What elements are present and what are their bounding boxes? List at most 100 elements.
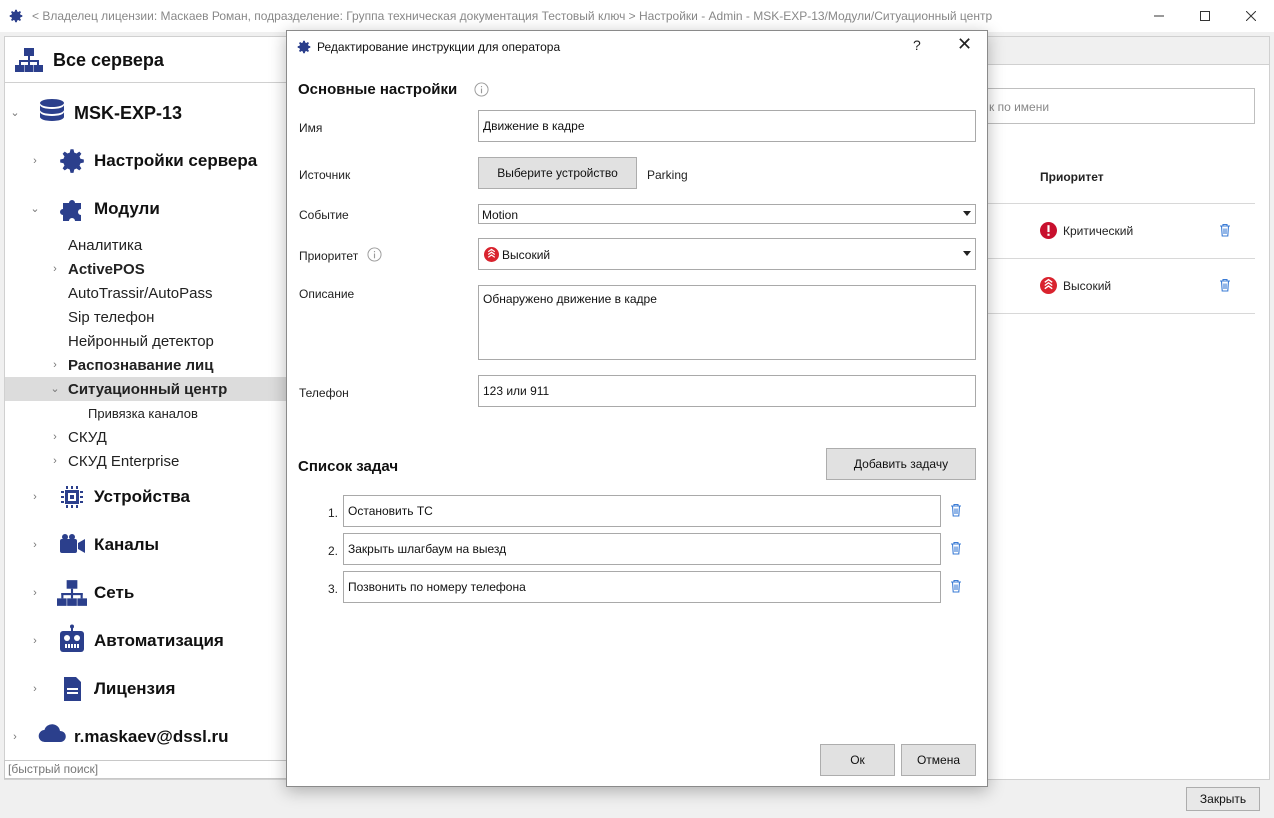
tree-item-channel-binding[interactable]: Привязка каналов [5, 401, 288, 425]
chevron-right-icon[interactable]: › [49, 455, 61, 467]
maximize-button[interactable] [1182, 0, 1228, 32]
chevron-right-icon[interactable]: › [49, 263, 61, 275]
autotrassir-label: AutoTrassir/AutoPass [68, 284, 213, 302]
chevron-right-icon[interactable]: › [9, 731, 21, 743]
phone-input[interactable]: 123 или 911 [478, 375, 976, 407]
robot-icon [60, 624, 84, 652]
server-tree-panel: Все сервера ⌄ MSK-EXP-13 › Настройки сер… [4, 36, 288, 780]
server-label: MSK-EXP-13 [74, 102, 183, 123]
minimize-icon [1154, 15, 1164, 17]
cloud-icon [38, 724, 66, 743]
gear-icon [297, 40, 311, 54]
tree-item-face[interactable]: › Распознавание лиц [5, 353, 288, 377]
tree-item-activepos[interactable]: › ActivePOS [5, 257, 288, 281]
dialog-close-button[interactable]: ✕ [957, 34, 972, 55]
face-label: Распознавание лиц [68, 356, 214, 374]
search-placeholder: к по имени [989, 100, 1050, 114]
network-icon [57, 580, 87, 606]
task-number: 1. [327, 506, 338, 520]
trash-icon[interactable] [949, 541, 963, 555]
tree-item-skud-enterprise[interactable]: › СКУД Enterprise [5, 449, 288, 473]
task-number: 2. [327, 544, 338, 558]
tree-item-server-settings[interactable]: › Настройки сервера [5, 149, 288, 173]
trash-icon[interactable] [949, 503, 963, 517]
chevron-right-icon[interactable]: › [29, 587, 41, 599]
automation-label: Автоматизация [94, 631, 224, 650]
priority-value: Высокий [502, 248, 551, 262]
tree-item-sip[interactable]: Sip телефон [5, 305, 288, 329]
skud-enterprise-label: СКУД Enterprise [68, 452, 180, 470]
chevron-right-icon[interactable]: › [29, 155, 41, 167]
critical-priority-icon [1040, 222, 1057, 239]
basic-settings-heading: Основные настройки [298, 81, 458, 98]
document-icon [64, 677, 81, 701]
cancel-button[interactable]: Отмена [901, 744, 976, 776]
tree-item-account[interactable]: › r.maskaev@dssl.ru [5, 724, 288, 749]
priority-high-text: Высокий [1063, 278, 1112, 293]
tree-item-automation[interactable]: › Автоматизация [5, 624, 288, 653]
source-value: Parking [647, 168, 688, 182]
info-icon[interactable] [367, 247, 382, 262]
chip-icon [61, 486, 83, 508]
chevron-down-icon[interactable]: ⌄ [49, 383, 61, 395]
chevron-right-icon[interactable]: › [29, 635, 41, 647]
task-input[interactable]: Остановить ТС [343, 495, 941, 527]
help-button[interactable]: ? [913, 37, 921, 53]
tree-item-analytics[interactable]: Аналитика [5, 233, 288, 257]
situation-label: Ситуационный центр [68, 380, 228, 398]
chevron-right-icon[interactable]: › [29, 539, 41, 551]
window-close-button[interactable] [1228, 0, 1274, 32]
devices-label: Устройства [94, 487, 190, 506]
name-input[interactable]: Движение в кадре [478, 110, 976, 142]
tree-item-skud[interactable]: › СКУД [5, 425, 288, 449]
event-value: Motion [482, 208, 519, 222]
event-select[interactable]: Motion [478, 204, 976, 224]
tree-item-license[interactable]: › Лицензия [5, 677, 288, 701]
chevron-right-icon[interactable]: › [49, 359, 61, 371]
task-input[interactable]: Закрыть шлагбаум на выезд [343, 533, 941, 565]
tree-item-neural[interactable]: Нейронный детектор [5, 329, 288, 353]
trash-icon[interactable] [1218, 223, 1232, 237]
camera-icon [60, 534, 85, 553]
add-task-button[interactable]: Добавить задачу [826, 448, 976, 480]
chevron-right-icon[interactable]: › [29, 683, 41, 695]
chevron-down-icon[interactable]: ⌄ [29, 203, 41, 215]
chevron-right-icon[interactable]: › [29, 491, 41, 503]
maximize-icon [1200, 11, 1210, 21]
trash-icon[interactable] [949, 579, 963, 593]
tree-item-autotrassir[interactable]: AutoTrassir/AutoPass [5, 281, 288, 305]
event-label: Событие [299, 208, 349, 222]
quick-search-input[interactable]: [быстрый поиск] [4, 760, 287, 779]
table-row-priority[interactable]: Критический [1040, 222, 1133, 239]
ok-button[interactable]: Ок [820, 744, 895, 776]
phone-label: Телефон [299, 386, 349, 400]
tree-item-devices[interactable]: › Устройства [5, 485, 288, 509]
trash-icon[interactable] [1218, 278, 1232, 292]
tree-item-situation[interactable]: ⌄ Ситуационный центр [5, 377, 288, 401]
task-input[interactable]: Позвонить по номеру телефона [343, 571, 941, 603]
tree-item-modules[interactable]: ⌄ Модули [5, 197, 288, 221]
table-row-priority[interactable]: Высокий [1040, 277, 1111, 294]
row-divider [988, 313, 1255, 314]
license-label: Лицензия [94, 679, 176, 698]
skud-label: СКУД [68, 428, 107, 446]
tree-item-channels[interactable]: › Каналы [5, 533, 288, 557]
tree-item-server[interactable]: ⌄ MSK-EXP-13 [5, 99, 288, 125]
gear-icon [9, 9, 23, 23]
priority-select[interactable]: Высокий [478, 238, 976, 270]
chevron-down-icon[interactable]: ⌄ [9, 107, 21, 119]
task-list-heading: Список задач [298, 458, 399, 475]
priority-column-header[interactable]: Приоритет [1040, 170, 1104, 184]
account-label: r.maskaev@dssl.ru [74, 727, 229, 746]
dialog-title: Редактирование инструкции для оператора [317, 40, 561, 54]
info-icon[interactable] [474, 82, 489, 97]
all-servers-header[interactable]: Все сервера [5, 37, 288, 83]
chevron-right-icon[interactable]: › [49, 431, 61, 443]
close-button[interactable]: Закрыть [1186, 787, 1260, 811]
neural-label: Нейронный детектор [68, 332, 214, 350]
tree-item-network[interactable]: › Сеть [5, 580, 288, 606]
select-device-button[interactable]: Выберите устройство [478, 157, 637, 189]
search-input[interactable]: к по имени [960, 88, 1255, 124]
minimize-button[interactable] [1136, 0, 1182, 32]
description-textarea[interactable]: Обнаружено движение в кадре [478, 285, 976, 360]
